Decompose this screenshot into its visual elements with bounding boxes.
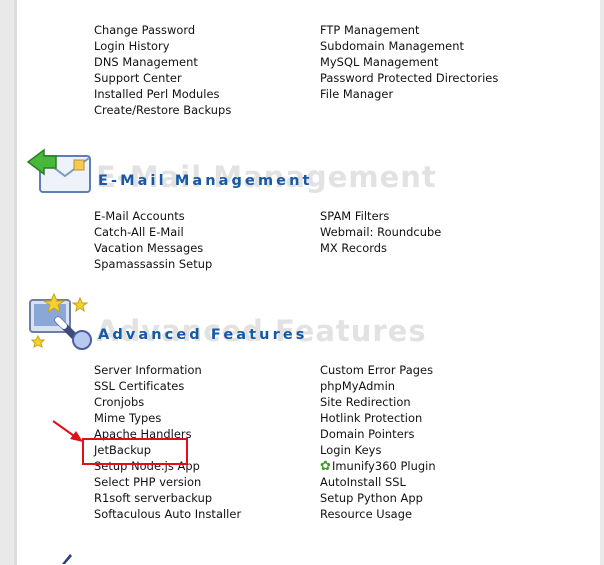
ssl-certificates-link[interactable]: SSL Certificates	[94, 378, 241, 394]
change-password-link[interactable]: Change Password	[94, 22, 231, 38]
mx-records-link[interactable]: MX Records	[320, 240, 441, 256]
custom-error-pages-link[interactable]: Custom Error Pages	[320, 362, 436, 378]
webmail-roundcube-link[interactable]: Webmail: Roundcube	[320, 224, 441, 240]
site-redirection-link[interactable]: Site Redirection	[320, 394, 436, 410]
file-manager-link[interactable]: File Manager	[320, 86, 498, 102]
select-php-version-link[interactable]: Select PHP version	[94, 474, 241, 490]
login-history-link[interactable]: Login History	[94, 38, 231, 54]
right-frame	[600, 0, 604, 565]
resource-usage-link[interactable]: Resource Usage	[320, 506, 436, 522]
mysql-management-link[interactable]: MySQL Management	[320, 54, 498, 70]
red-highlight-box	[82, 438, 188, 465]
gear-icon: ✿	[320, 459, 331, 474]
hotlink-protection-link[interactable]: Hotlink Protection	[320, 410, 436, 426]
imunify360-plugin-link[interactable]: ✿Imunify360 Plugin	[320, 458, 436, 474]
ftp-management-link[interactable]: FTP Management	[320, 22, 498, 38]
cronjobs-link[interactable]: Cronjobs	[94, 394, 241, 410]
domain-pointers-link[interactable]: Domain Pointers	[320, 426, 436, 442]
top-links-right: FTP Management Subdomain Management MySQ…	[320, 22, 498, 102]
left-frame	[0, 0, 14, 565]
installed-perl-modules-link[interactable]: Installed Perl Modules	[94, 86, 231, 102]
email-links-left: E-Mail Accounts Catch-All E-Mail Vacatio…	[94, 208, 212, 272]
vacation-messages-link[interactable]: Vacation Messages	[94, 240, 212, 256]
login-keys-link[interactable]: Login Keys	[320, 442, 436, 458]
advanced-links-right: Custom Error Pages phpMyAdmin Site Redir…	[320, 362, 436, 522]
spam-filters-link[interactable]: SPAM Filters	[320, 208, 441, 224]
support-center-link[interactable]: Support Center	[94, 70, 231, 86]
mime-types-link[interactable]: Mime Types	[94, 410, 241, 426]
catch-all-email-link[interactable]: Catch-All E-Mail	[94, 224, 212, 240]
red-arrow-icon	[52, 420, 83, 442]
email-links-right: SPAM Filters Webmail: Roundcube MX Recor…	[320, 208, 441, 256]
password-protected-directories-link[interactable]: Password Protected Directories	[320, 70, 498, 86]
create-restore-backups-link[interactable]: Create/Restore Backups	[94, 102, 231, 118]
envelope-arrow-icon	[26, 148, 91, 193]
email-accounts-link[interactable]: E-Mail Accounts	[94, 208, 212, 224]
email-section-title: E-Mail Management	[98, 173, 313, 189]
setup-python-app-link[interactable]: Setup Python App	[320, 490, 436, 506]
advanced-section-title: Advanced Features	[98, 327, 308, 343]
left-frame-divider	[14, 0, 17, 565]
subdomain-management-link[interactable]: Subdomain Management	[320, 38, 498, 54]
phpmyadmin-link[interactable]: phpMyAdmin	[320, 378, 436, 394]
softaculous-auto-installer-link[interactable]: Softaculous Auto Installer	[94, 506, 241, 522]
spamassassin-setup-link[interactable]: Spamassassin Setup	[94, 256, 212, 272]
server-information-link[interactable]: Server Information	[94, 362, 241, 378]
imunify360-plugin-label: Imunify360 Plugin	[331, 459, 436, 473]
top-links-left: Change Password Login History DNS Manage…	[94, 22, 231, 118]
magic-wand-stars-icon	[29, 292, 92, 350]
next-section-icon	[62, 554, 72, 564]
r1soft-serverbackup-link[interactable]: R1soft serverbackup	[94, 490, 241, 506]
autoinstall-ssl-link[interactable]: AutoInstall SSL	[320, 474, 436, 490]
dns-management-link[interactable]: DNS Management	[94, 54, 231, 70]
